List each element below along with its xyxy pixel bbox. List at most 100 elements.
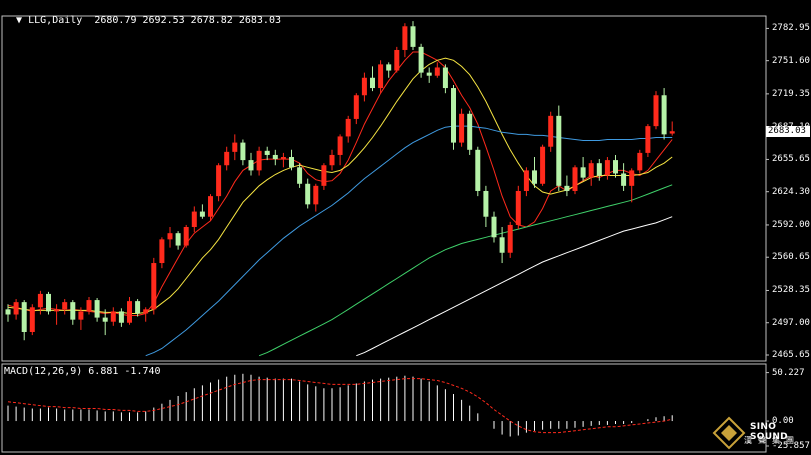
candle-body bbox=[183, 227, 189, 246]
price-tick-label: 2782.95 bbox=[772, 23, 810, 34]
candle-body bbox=[62, 302, 68, 310]
macd-label: MACD(12,26,9) 6.881 -1.740 bbox=[4, 366, 161, 377]
candle-body bbox=[402, 26, 408, 50]
candle-body bbox=[523, 170, 529, 191]
candle-body bbox=[637, 152, 643, 171]
candle-body bbox=[29, 307, 35, 332]
candle-body bbox=[272, 154, 278, 160]
candle-body bbox=[467, 113, 473, 150]
triangle-down-icon[interactable]: ▼ bbox=[16, 15, 22, 26]
price-tick-label: 2751.60 bbox=[772, 55, 810, 66]
candle-body bbox=[629, 170, 635, 186]
candle-body bbox=[394, 49, 400, 71]
candle-body bbox=[118, 311, 124, 323]
candle-body bbox=[426, 72, 432, 76]
candle-body bbox=[5, 309, 11, 315]
candle-body bbox=[515, 190, 521, 225]
candle-body bbox=[216, 165, 222, 197]
candle-body bbox=[329, 154, 335, 166]
candle-body bbox=[580, 167, 586, 178]
candle-body bbox=[167, 233, 173, 240]
chart-canvas bbox=[0, 0, 811, 455]
candle-body bbox=[70, 302, 76, 320]
candle-body bbox=[604, 160, 610, 176]
candle-body bbox=[151, 263, 157, 310]
candle-body bbox=[297, 167, 303, 184]
candle-body bbox=[499, 237, 505, 253]
candle-body bbox=[102, 317, 108, 322]
candle-body bbox=[313, 185, 319, 205]
candle-body bbox=[442, 67, 448, 89]
ohlc-readout: 2680.79 2692.53 2678.82 2683.03 bbox=[94, 15, 281, 26]
candle-body bbox=[434, 67, 440, 76]
candle-body bbox=[94, 300, 100, 318]
candle-body bbox=[483, 190, 489, 217]
candle-body bbox=[191, 211, 197, 228]
candle-body bbox=[232, 142, 238, 152]
candle-body bbox=[240, 142, 246, 161]
candle-body bbox=[451, 88, 456, 143]
candle-body bbox=[653, 95, 659, 127]
candle-body bbox=[386, 64, 392, 71]
candle-body bbox=[491, 216, 497, 238]
price-tick-label: 2528.35 bbox=[772, 285, 810, 296]
price-tick-label: 2592.00 bbox=[772, 219, 810, 230]
candle-body bbox=[370, 77, 375, 89]
candle-body bbox=[669, 131, 675, 134]
candle-body bbox=[621, 173, 627, 186]
candle-body bbox=[532, 170, 537, 184]
candle-body bbox=[661, 95, 667, 135]
candle-body bbox=[143, 309, 149, 314]
price-tick-label: 2655.65 bbox=[772, 154, 810, 165]
candle-body bbox=[645, 126, 651, 153]
candle-body bbox=[37, 293, 43, 308]
candle-body bbox=[613, 160, 618, 174]
symbol-label: LLG,Daily bbox=[28, 15, 83, 26]
candle-body bbox=[280, 157, 286, 160]
chart-title-row: ▼ LLG,Daily 2680.79 2692.53 2678.82 2683… bbox=[4, 3, 281, 27]
candle-body bbox=[361, 77, 367, 96]
candle-body bbox=[410, 26, 416, 47]
sino-sound-logo: SINO SOUND 漢聲集團 bbox=[710, 414, 810, 452]
candle-body bbox=[127, 301, 132, 323]
price-tick-label: 2560.65 bbox=[772, 252, 810, 263]
candle-body bbox=[289, 157, 294, 168]
candle-body bbox=[175, 233, 181, 246]
candle-body bbox=[572, 167, 578, 191]
candle-body bbox=[418, 46, 424, 73]
candle-body bbox=[507, 224, 513, 253]
candle-body bbox=[199, 211, 205, 217]
candle-body bbox=[224, 151, 230, 166]
candle-body bbox=[256, 150, 262, 171]
candle-body bbox=[305, 183, 311, 205]
price-tick-label: 2719.35 bbox=[772, 88, 810, 99]
candle-body bbox=[588, 163, 594, 178]
candle-body bbox=[564, 185, 570, 191]
candle-body bbox=[248, 160, 254, 171]
price-tick-label: 2624.30 bbox=[772, 186, 810, 197]
candle-body bbox=[21, 302, 27, 332]
current-price-badge: 2683.03 bbox=[766, 126, 810, 138]
candle-body bbox=[548, 115, 554, 147]
candle-body bbox=[596, 163, 602, 176]
candle-body bbox=[13, 302, 19, 315]
candle-body bbox=[78, 311, 84, 320]
candle-body bbox=[337, 136, 343, 155]
macd-tick-label: 50.227 bbox=[772, 367, 805, 378]
candle-body bbox=[378, 64, 384, 89]
candle-body bbox=[321, 165, 327, 186]
candle-body bbox=[540, 146, 546, 184]
candle-body bbox=[86, 300, 92, 312]
candle-body bbox=[54, 309, 60, 312]
logo-chinese: 漢聲集團 bbox=[744, 436, 800, 445]
candle-body bbox=[475, 149, 481, 191]
price-tick-label: 2497.00 bbox=[772, 317, 810, 328]
candle-body bbox=[264, 150, 270, 155]
candle-body bbox=[135, 301, 141, 314]
logo-mark-icon bbox=[712, 416, 746, 450]
candle-body bbox=[345, 118, 351, 137]
candle-body bbox=[459, 113, 465, 143]
candle-body bbox=[110, 311, 116, 322]
candle-body bbox=[556, 115, 562, 186]
candle-body bbox=[353, 95, 359, 119]
